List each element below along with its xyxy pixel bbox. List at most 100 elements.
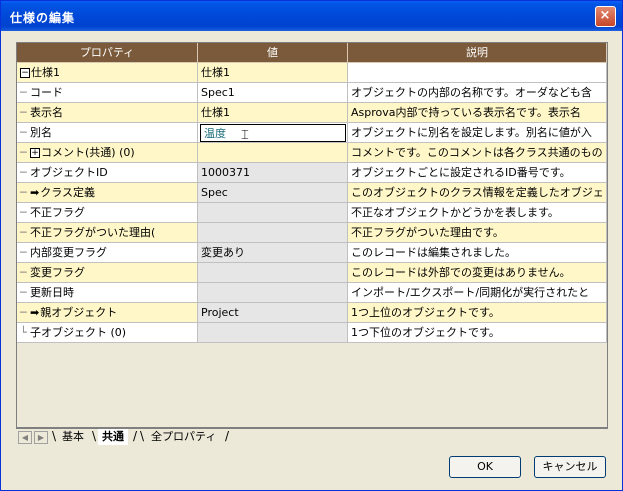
table-row[interactable]: ─ 更新日時 インポート/エクスポート/同期化が実行されたと (17, 283, 607, 303)
property-name-cell[interactable]: ─ 不正フラグがついた理由( (17, 223, 198, 243)
link-arrow-icon[interactable]: ➡ (30, 303, 39, 322)
tree-branch-icon: ─ (20, 226, 27, 239)
table-row[interactable]: ─ オブジェクトID 1000371 オブジェクトごとに設定されるID番号です。 (17, 163, 607, 183)
tree-branch-icon: ─ (20, 86, 27, 99)
table-row[interactable]: ─ 変更フラグ このレコードは外部での変更はありません。 (17, 263, 607, 283)
table-row[interactable]: ─ コード Spec1 オブジェクトの内部の名称です。オーダなども含 (17, 83, 607, 103)
property-value: 仕様1 (201, 106, 230, 119)
table-row[interactable]: ─ 不正フラグ 不正なオブジェクトかどうかを表します。 (17, 203, 607, 223)
property-value-cell[interactable]: Spec (198, 183, 348, 203)
property-name-cell[interactable]: ─ + コメント(共通) (0) (17, 143, 198, 163)
ok-button[interactable]: OK (449, 456, 521, 478)
property-description: オブジェクトごとに設定されるID番号です。 (351, 166, 571, 179)
cancel-button[interactable]: キャンセル (534, 456, 606, 478)
property-description: このレコードは編集されました。 (351, 246, 516, 259)
property-grid: プロパティ 値 説明 − 仕様1 仕様1 ─ コード Spec1 オブジェクトの内部の名称で… (16, 42, 608, 428)
property-name: 別名 (30, 126, 52, 139)
property-description: このオブジェクトのクラス情報を定義したオブジェ (351, 186, 604, 199)
property-name: クラス定義 (40, 186, 95, 199)
tab-separator: \ (52, 429, 57, 443)
property-description: インポート/エクスポート/同期化が実行されたと (351, 286, 590, 299)
property-name-cell[interactable]: ─ 内部変更フラグ (17, 243, 198, 263)
property-name-cell[interactable]: └ 子オブジェクト (0) (17, 323, 198, 343)
property-name-cell[interactable]: ─ 表示名 (17, 103, 198, 123)
tab-separator: \ (92, 429, 97, 443)
tab-common[interactable]: 共通 (98, 429, 128, 445)
tab-scroll-right-icon[interactable]: ▶ (34, 431, 48, 444)
property-value-cell[interactable]: 仕様1 (198, 103, 348, 123)
property-name-cell[interactable]: ─ ➡親オブジェクト (17, 303, 198, 323)
header-value[interactable]: 値 (198, 43, 348, 63)
tree-branch-icon: ─ (20, 306, 27, 319)
property-description: Asprova内部で持っている表示名です。表示名 (351, 106, 581, 119)
property-description: 不正なオブジェクトかどうかを表します。 (351, 206, 559, 219)
property-name: コード (30, 86, 63, 99)
alias-value-input[interactable] (200, 124, 346, 142)
property-value-cell[interactable]: Spec1 (198, 83, 348, 103)
property-name-cell[interactable]: ─ 更新日時 (17, 283, 198, 303)
table-row[interactable]: ─ ➡親オブジェクト Project 1つ上位のオブジェクトです。 (17, 303, 607, 323)
property-value-cell[interactable]: 変更あり (198, 243, 348, 263)
property-name: 不正フラグ (30, 206, 85, 219)
table-row[interactable]: ─ 表示名 仕様1 Asprova内部で持っている表示名です。表示名 (17, 103, 607, 123)
property-value-cell[interactable]: ⌶ (198, 123, 348, 143)
property-value-cell[interactable] (198, 223, 348, 243)
property-name: オブジェクトID (30, 166, 108, 179)
property-value-cell[interactable]: 1000371 (198, 163, 348, 183)
property-name-cell[interactable]: ─ ➡クラス定義 (17, 183, 198, 203)
header-description[interactable]: 説明 (348, 43, 607, 63)
table-row[interactable]: ─ ➡クラス定義 Spec このオブジェクトのクラス情報を定義したオブジェ (17, 183, 607, 203)
tab-all-properties[interactable]: 全プロパティ (147, 429, 220, 445)
property-name: 変更フラグ (30, 266, 85, 279)
property-description: オブジェクトに別名を設定します。別名に値が入 (351, 126, 592, 139)
property-name: 更新日時 (30, 286, 74, 299)
property-name-cell[interactable]: ─ 変更フラグ (17, 263, 198, 283)
tree-branch-icon: ─ (20, 146, 27, 159)
property-name-cell[interactable]: ─ 不正フラグ (17, 203, 198, 223)
tab-basic[interactable]: 基本 (58, 429, 88, 445)
property-description-cell: このレコードは外部での変更はありません。 (348, 263, 607, 283)
property-value: Spec1 (201, 86, 235, 99)
property-value-cell[interactable] (198, 283, 348, 303)
property-name: 親オブジェクト (40, 306, 118, 319)
property-description-cell: Asprova内部で持っている表示名です。表示名 (348, 103, 607, 123)
property-description-cell: 1つ上位のオブジェクトです。 (348, 303, 607, 323)
property-value-cell[interactable] (198, 143, 348, 163)
tree-branch-icon: ─ (20, 186, 27, 199)
tab-separator: \ (140, 429, 145, 443)
table-row[interactable]: ─ + コメント(共通) (0) コメントです。このコメントは各クラス共通のもの (17, 143, 607, 163)
grid-header: プロパティ 値 説明 (17, 43, 607, 63)
property-name-cell[interactable]: ─ コード (17, 83, 198, 103)
property-value-cell[interactable] (198, 203, 348, 223)
property-value: 仕様1 (201, 66, 230, 79)
property-name-cell[interactable]: ─ オブジェクトID (17, 163, 198, 183)
property-description-cell: インポート/エクスポート/同期化が実行されたと (348, 283, 607, 303)
close-button[interactable]: × (595, 6, 616, 27)
tab-scroll-left-icon[interactable]: ◀ (18, 431, 32, 444)
property-name: 内部変更フラグ (30, 246, 107, 259)
table-row[interactable]: └ 子オブジェクト (0) 1つ下位のオブジェクトです。 (17, 323, 607, 343)
window-title: 仕様の編集 (10, 11, 76, 25)
property-value: Spec (201, 186, 228, 199)
table-row[interactable]: − 仕様1 仕様1 (17, 63, 607, 83)
header-property[interactable]: プロパティ (17, 43, 198, 63)
table-row[interactable]: ─ 内部変更フラグ 変更あり このレコードは編集されました。 (17, 243, 607, 263)
property-name-cell[interactable]: − 仕様1 (17, 63, 198, 83)
close-icon: × (599, 8, 612, 23)
table-row[interactable]: ─別名 ⌶ オブジェクトに別名を設定します。別名に値が入 (17, 123, 607, 143)
link-arrow-icon[interactable]: ➡ (30, 183, 39, 202)
property-value-cell[interactable] (198, 323, 348, 343)
property-name-cell[interactable]: ─ 別名 (17, 123, 198, 143)
table-row[interactable]: ─ 不正フラグがついた理由(不正フラグがついた理由です。 (17, 223, 607, 243)
expand-icon[interactable]: + (30, 148, 40, 158)
property-name: 表示名 (30, 106, 63, 119)
property-name: 子オブジェクト (0) (30, 326, 127, 339)
property-name: 不正フラグがついた理由( (30, 226, 156, 239)
property-value-cell[interactable]: Project (198, 303, 348, 323)
text-cursor-icon: ⌶ (241, 128, 249, 143)
title-bar[interactable]: 仕様の編集 × (1, 1, 622, 31)
property-value-cell[interactable] (198, 263, 348, 283)
collapse-icon[interactable]: − (20, 68, 30, 78)
tab-separator: / (225, 429, 230, 443)
property-value-cell[interactable]: 仕様1 (198, 63, 348, 83)
